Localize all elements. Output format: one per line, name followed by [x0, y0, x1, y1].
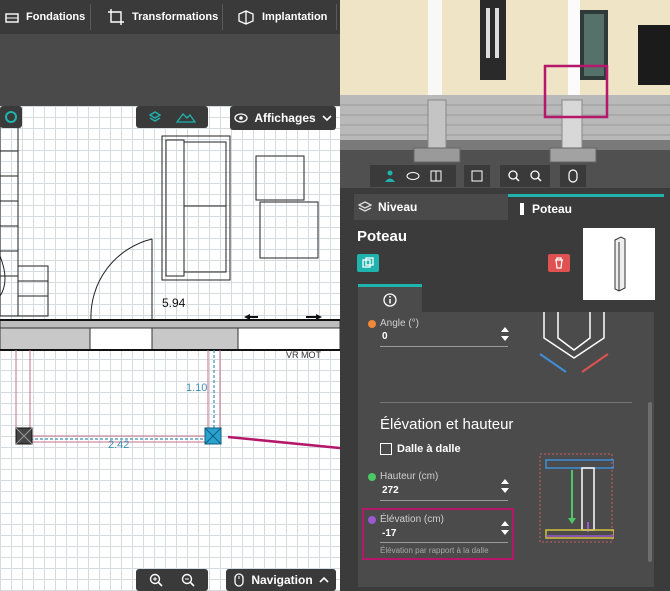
zoom-in-icon[interactable] — [508, 170, 520, 182]
height-dot-icon — [368, 472, 376, 481]
orbit-icon[interactable] — [406, 170, 420, 182]
frame-icon — [471, 170, 483, 182]
column-preview-icon — [614, 236, 626, 292]
info-content: Angle (°) 0 Élévation et hauteur Dalle à… — [358, 312, 654, 587]
tab-info[interactable] — [358, 284, 422, 312]
trash-icon — [555, 257, 563, 269]
level-icon — [358, 201, 372, 212]
floorplan-icon[interactable] — [430, 170, 442, 182]
height-value[interactable]: 272 — [382, 485, 399, 496]
angle-value[interactable]: 0 — [382, 331, 388, 342]
tab-label: Niveau — [378, 200, 418, 214]
section-title: Élévation et hauteur — [380, 416, 514, 433]
properties-panel: Niveau Poteau Poteau Angle (°) 0 Élévati… — [340, 188, 670, 591]
column-preview — [583, 228, 655, 300]
elevation-stepper-icon[interactable] — [500, 520, 510, 536]
elevation-help: Élévation par rapport à la dalle — [380, 546, 489, 555]
duplicate-button[interactable] — [357, 254, 379, 272]
height-underline — [380, 500, 508, 501]
angle-field-label: Angle (°) — [368, 318, 419, 329]
angle-underline — [380, 346, 508, 347]
duplicate-icon — [362, 257, 374, 268]
slab-checkbox-label: Dalle à dalle — [397, 443, 461, 455]
delete-button[interactable] — [548, 254, 570, 272]
column-icon — [520, 202, 524, 215]
view-3d[interactable] — [340, 0, 670, 188]
height-stepper-icon[interactable] — [500, 478, 510, 494]
mouse-icon — [568, 169, 578, 183]
view-frame-button[interactable] — [464, 165, 490, 187]
panel-title: Poteau — [357, 228, 408, 245]
tab-niveau[interactable]: Niveau — [354, 194, 508, 220]
view-mouse-button[interactable] — [560, 165, 586, 187]
view-tools — [370, 165, 456, 187]
info-icon — [383, 292, 397, 307]
tab-label: Poteau — [532, 201, 573, 216]
elevation-underline — [380, 542, 508, 543]
person-icon[interactable] — [384, 170, 396, 182]
elevation-field-label: Élévation (cm) — [368, 514, 444, 525]
checkbox-box[interactable] — [380, 443, 392, 455]
slab-checkbox[interactable]: Dalle à dalle — [380, 443, 461, 455]
tab-poteau[interactable]: Poteau — [508, 194, 664, 220]
angle-stepper-icon[interactable] — [500, 326, 510, 342]
view-zoom-buttons — [500, 165, 550, 187]
elevation-dot-icon — [368, 515, 376, 524]
zoom-out-icon[interactable] — [530, 170, 542, 182]
elevation-value[interactable]: -17 — [382, 528, 396, 539]
elevation-diagram — [539, 453, 614, 543]
scrollbar[interactable] — [648, 402, 652, 562]
angle-diagram — [539, 312, 609, 373]
angle-dot-icon — [368, 319, 376, 328]
scene-render — [340, 0, 670, 188]
height-field-label: Hauteur (cm) — [368, 471, 438, 482]
